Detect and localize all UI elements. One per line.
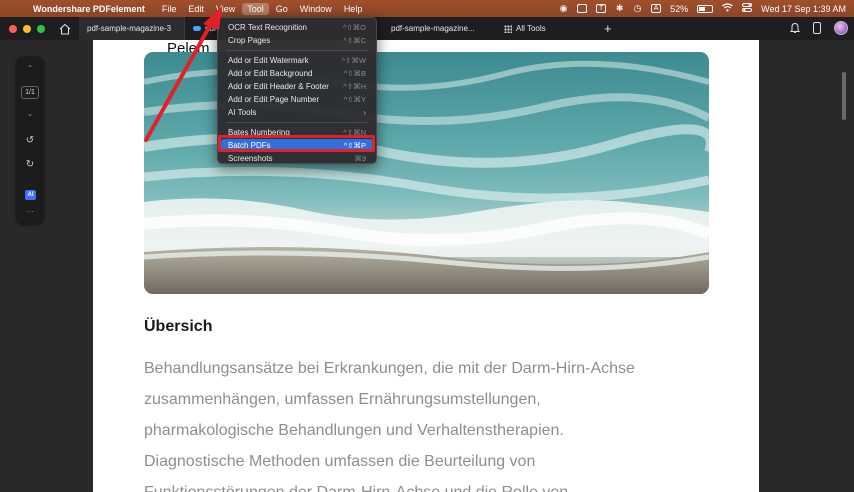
menu-item-ai-tools[interactable]: AI Tools › bbox=[221, 106, 373, 119]
new-tab-plus-icon[interactable]: + bbox=[604, 21, 612, 36]
tab-pdf-sample-magazine-3[interactable]: pdf-sample-magazine-3 bbox=[79, 17, 185, 40]
traffic-lights bbox=[9, 24, 45, 33]
page-navigation-toolbar: ⌃ 1/1 ⌄ ↺ ↻ AI ⋯ bbox=[16, 57, 44, 225]
section-heading: Übersich bbox=[144, 318, 213, 335]
menu-item-label: Add or Edit Header & Footer bbox=[228, 82, 329, 91]
ai-assistant-icon[interactable]: AI bbox=[25, 190, 36, 200]
menu-edit[interactable]: Edit bbox=[183, 3, 209, 15]
shortcut-label: ^⇧⌘C bbox=[343, 36, 366, 45]
tab-label: All Tools bbox=[516, 24, 546, 33]
menu-item-screenshots[interactable]: Screenshots ⌘9 bbox=[221, 152, 373, 165]
menu-view[interactable]: View bbox=[211, 3, 240, 15]
home-icon[interactable] bbox=[59, 23, 71, 35]
scrollbar[interactable] bbox=[842, 72, 846, 120]
status-area: ◉ T ✱ ◷ A 52% Wed 17 Sep 1:39 AM bbox=[559, 0, 846, 17]
grid-icon bbox=[504, 24, 512, 33]
menu-item-add-edit-header-footer[interactable]: Add or Edit Header & Footer ^⇧⌘H bbox=[221, 80, 373, 93]
wifi-icon[interactable] bbox=[722, 3, 733, 14]
menu-file[interactable]: File bbox=[157, 3, 182, 15]
menu-item-label: AI Tools bbox=[228, 108, 257, 117]
tabbar-right-icons bbox=[790, 21, 848, 35]
cloud-icon bbox=[193, 26, 201, 31]
menu-item-label: Add or Edit Background bbox=[228, 69, 313, 78]
body-line: Funktionsstörungen der Darm-Hirn-Achse u… bbox=[144, 477, 734, 492]
bluetooth-icon[interactable]: ✱ bbox=[615, 3, 624, 14]
window-icon[interactable] bbox=[577, 4, 588, 13]
menu-item-label: Screenshots bbox=[228, 154, 273, 163]
menu-item-label: OCR Text Recognition bbox=[228, 23, 307, 32]
app-name-menu[interactable]: Wondershare PDFelement bbox=[33, 4, 145, 14]
body-line: pharmakologische Behandlungen und Verhal… bbox=[144, 422, 564, 439]
battery-percent: 52% bbox=[670, 3, 689, 14]
bell-icon[interactable] bbox=[790, 22, 800, 34]
menu-item-add-edit-watermark[interactable]: Add or Edit Watermark ^⇧⌘W bbox=[221, 54, 373, 67]
menu-item-add-edit-background[interactable]: Add or Edit Background ^⇧⌘B bbox=[221, 67, 373, 80]
menu-item-label: Crop Pages bbox=[228, 36, 271, 45]
rotate-left-icon[interactable]: ↺ bbox=[16, 135, 44, 146]
window-tab-bar: pdf-sample-magazine-3 pdf pdf-sample-mag… bbox=[0, 17, 854, 40]
rotate-right-icon[interactable]: ↻ bbox=[16, 159, 44, 170]
menu-item-crop-pages[interactable]: Crop Pages ^⇧⌘C bbox=[221, 34, 373, 47]
shortcut-label: ⌘9 bbox=[354, 154, 366, 163]
menu-separator bbox=[226, 50, 368, 51]
input-source-icon[interactable]: A bbox=[651, 4, 662, 13]
minimize-window-button[interactable] bbox=[23, 24, 31, 33]
screen-record-icon[interactable]: ◉ bbox=[559, 3, 568, 14]
body-paragraph: Behandlungsansätze bei Erkrankungen, die… bbox=[144, 353, 734, 492]
shortcut-label: ^⇧⌘Y bbox=[343, 95, 366, 104]
menu-item-label: Add or Edit Page Number bbox=[228, 95, 320, 104]
tab-all-tools[interactable]: All Tools bbox=[496, 17, 554, 40]
menu-go[interactable]: Go bbox=[271, 3, 293, 15]
menu-item-label: Add or Edit Watermark bbox=[228, 56, 309, 65]
chevron-right-icon: › bbox=[363, 108, 366, 117]
text-tool-icon[interactable]: T bbox=[596, 4, 607, 13]
menu-item-add-edit-page-number[interactable]: Add or Edit Page Number ^⇧⌘Y bbox=[221, 93, 373, 106]
shortcut-label: ^⇧⌘O bbox=[342, 23, 366, 32]
tab-label: pdf bbox=[205, 24, 217, 33]
shortcut-label: ^⇧⌘B bbox=[343, 69, 366, 78]
menu-help[interactable]: Help bbox=[339, 3, 368, 15]
menu-separator bbox=[226, 122, 368, 123]
clock[interactable]: Wed 17 Sep 1:39 AM bbox=[761, 4, 846, 14]
time-machine-icon[interactable]: ◷ bbox=[633, 3, 642, 14]
body-line: Diagnostische Methoden umfassen die Beur… bbox=[144, 453, 536, 470]
tab-label: pdf-sample-magazine... bbox=[391, 24, 475, 33]
mac-menu-bar: Wondershare PDFelement File Edit View To… bbox=[0, 0, 854, 17]
body-line: zusammenhängen, umfassen Ernährungsumste… bbox=[144, 391, 541, 408]
tab-pdf-sample-magazine[interactable]: pdf-sample-magazine... bbox=[383, 17, 483, 40]
zoom-window-button[interactable] bbox=[37, 24, 45, 33]
more-icon[interactable]: ⋯ bbox=[16, 207, 44, 216]
tab-label: pdf-sample-magazine-3 bbox=[87, 24, 172, 33]
shortcut-label: ^⇧⌘W bbox=[341, 56, 366, 65]
avatar[interactable] bbox=[834, 21, 848, 35]
menu-item-ocr-text-recognition[interactable]: OCR Text Recognition ^⇧⌘O bbox=[221, 21, 373, 34]
control-center-icon[interactable] bbox=[742, 3, 753, 14]
page-indicator[interactable]: 1/1 bbox=[21, 86, 39, 99]
highlight-box-annotation bbox=[218, 135, 375, 152]
previous-page-icon[interactable]: ⌃ bbox=[16, 64, 44, 73]
battery-icon[interactable] bbox=[697, 4, 714, 13]
body-line: Behandlungsansätze bei Erkrankungen, die… bbox=[144, 360, 635, 377]
next-page-icon[interactable]: ⌄ bbox=[16, 109, 44, 118]
close-window-button[interactable] bbox=[9, 24, 17, 33]
device-icon[interactable] bbox=[812, 22, 822, 34]
menu-window[interactable]: Window bbox=[295, 3, 337, 15]
menu-tool[interactable]: Tool bbox=[242, 2, 269, 15]
shortcut-label: ^⇧⌘H bbox=[343, 82, 366, 91]
